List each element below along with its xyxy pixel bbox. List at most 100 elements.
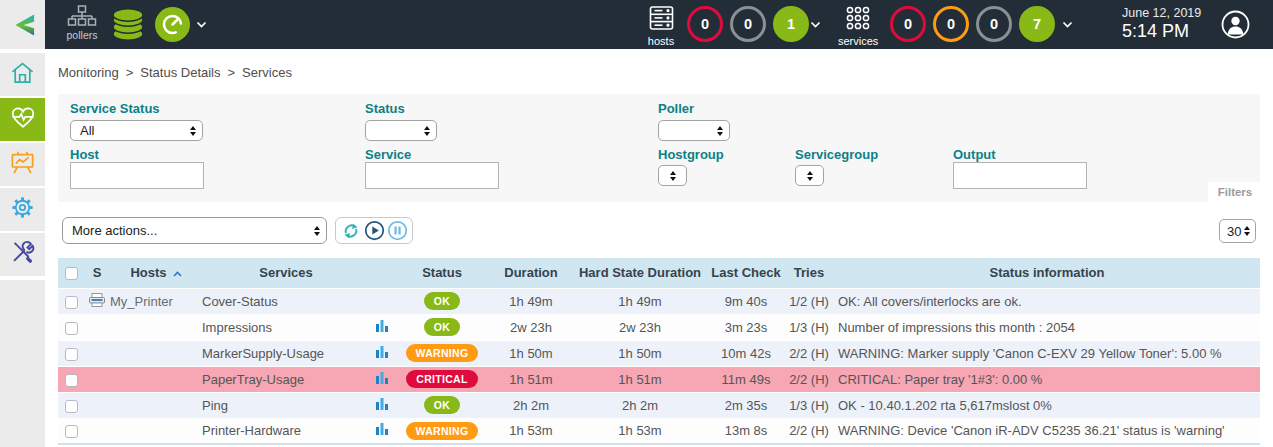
- services-ok-counter[interactable]: 7: [1019, 6, 1055, 42]
- sidebar-item-administration[interactable]: [0, 233, 45, 276]
- status-badge: OK: [424, 396, 460, 414]
- services-table-body: My_PrinterCover-StatusOK1h 49m1h 49m9m 4…: [58, 288, 1260, 444]
- per-page-select[interactable]: 30: [1219, 219, 1256, 243]
- current-time: 5:14 PM: [1122, 21, 1201, 42]
- breadcrumb-item[interactable]: Monitoring: [58, 65, 119, 80]
- service-name[interactable]: Cover-Status: [202, 288, 370, 314]
- services-critical-counter[interactable]: 0: [890, 6, 926, 42]
- chart-icon[interactable]: [375, 424, 389, 439]
- status-column-header[interactable]: Status: [394, 258, 490, 288]
- table-header-row: S Hosts Services Status Duration Hard St…: [58, 258, 1260, 288]
- s-column-header: S: [84, 258, 110, 288]
- chevron-down-icon[interactable]: [1062, 21, 1073, 28]
- hosts-label: hosts: [644, 35, 678, 47]
- row-checkbox[interactable]: [65, 400, 78, 413]
- services-column-header[interactable]: Services: [202, 258, 370, 288]
- row-checkbox[interactable]: [65, 348, 78, 361]
- hard-state-duration-column-header[interactable]: Hard State Duration: [572, 258, 708, 288]
- database-icon[interactable]: [110, 8, 146, 42]
- host-name: [110, 314, 202, 340]
- services-unknown-counter[interactable]: 0: [976, 6, 1012, 42]
- filters-tab[interactable]: Filters: [1208, 182, 1262, 202]
- hosts-down-counter[interactable]: 0: [687, 6, 723, 42]
- output-input[interactable]: [953, 162, 1087, 189]
- chart-icon[interactable]: [375, 399, 389, 414]
- service-input[interactable]: [365, 162, 499, 189]
- duration: 1h 49m: [490, 288, 572, 314]
- host-input[interactable]: [70, 162, 204, 189]
- hosts-column-header[interactable]: Hosts: [110, 258, 202, 288]
- row-checkbox[interactable]: [65, 296, 78, 309]
- select-all-checkbox[interactable]: [65, 267, 78, 280]
- chevron-down-icon[interactable]: [196, 21, 207, 28]
- status-information-column-header[interactable]: Status information: [834, 258, 1260, 288]
- row-checkbox[interactable]: [65, 425, 78, 438]
- servicegroup-select[interactable]: [795, 165, 824, 186]
- hosts-menu[interactable]: hosts: [644, 5, 678, 47]
- hosts-unreachable-counter[interactable]: 0: [730, 6, 766, 42]
- service-name[interactable]: Ping: [202, 392, 370, 418]
- status-badge: CRITICAL: [406, 370, 477, 388]
- breadcrumb-item[interactable]: Services: [242, 65, 292, 80]
- pollers-menu[interactable]: pollers: [62, 5, 102, 41]
- duration-column-header[interactable]: Duration: [490, 258, 572, 288]
- service-status-select[interactable]: All: [70, 120, 203, 141]
- sidebar-item-reporting[interactable]: [0, 143, 45, 186]
- status-information: Number of impressions this month : 2054: [834, 314, 1260, 340]
- duration: 2h 2m: [490, 392, 572, 418]
- chevron-down-icon[interactable]: [810, 21, 821, 28]
- select-arrows-icon: [314, 226, 320, 236]
- service-name[interactable]: PaperTray-Usage: [202, 366, 370, 392]
- breadcrumb-item[interactable]: Status Details: [140, 65, 220, 80]
- service-name[interactable]: Printer-Hardware: [202, 418, 370, 444]
- services-menu[interactable]: services: [838, 5, 878, 47]
- status-select[interactable]: [365, 120, 437, 141]
- hosts-up-counter[interactable]: 1: [773, 6, 809, 42]
- services-icon: [844, 5, 872, 31]
- chart-icon[interactable]: [375, 373, 389, 388]
- duration: 1h 53m: [490, 418, 572, 444]
- tools-icon: [9, 239, 36, 270]
- host-name: [110, 418, 202, 444]
- host-name[interactable]: My_Printer: [110, 288, 202, 314]
- pollers-label: pollers: [62, 29, 102, 41]
- host-name: [110, 340, 202, 366]
- poller-select[interactable]: [658, 120, 730, 141]
- service-name[interactable]: MarkerSupply-Usage: [202, 340, 370, 366]
- play-button[interactable]: [363, 220, 385, 242]
- hard-state-duration: 1h 53m: [572, 418, 708, 444]
- status-information: OK: All covers/interlocks are ok.: [834, 288, 1260, 314]
- pause-button[interactable]: [386, 220, 408, 242]
- sidebar-item-configuration[interactable]: [0, 188, 45, 231]
- last-check: 2m 35s: [708, 392, 784, 418]
- services-warning-counter[interactable]: 0: [933, 6, 969, 42]
- service-name[interactable]: Impressions: [202, 314, 370, 340]
- gear-icon: [9, 194, 36, 225]
- select-arrows-icon: [190, 126, 196, 136]
- last-check-column-header[interactable]: Last Check: [708, 258, 784, 288]
- select-arrows-icon: [670, 171, 676, 181]
- hostgroup-select[interactable]: [658, 165, 687, 186]
- servicegroup-label: Servicegroup: [795, 147, 878, 162]
- service-row-papertray-usage: PaperTray-UsageCRITICAL1h 51m1h 51m11m 4…: [58, 366, 1260, 392]
- chart-icon[interactable]: [375, 321, 389, 336]
- host-name: [110, 366, 202, 392]
- refresh-controls: [335, 217, 413, 244]
- output-label: Output: [953, 147, 996, 162]
- duration: 1h 50m: [490, 340, 572, 366]
- row-checkbox[interactable]: [65, 374, 78, 387]
- tries-column-header[interactable]: Tries: [784, 258, 834, 288]
- user-profile-icon[interactable]: [1221, 10, 1250, 39]
- row-checkbox[interactable]: [65, 322, 78, 335]
- refresh-button[interactable]: [340, 220, 362, 242]
- more-actions-select[interactable]: More actions...: [62, 217, 327, 244]
- sidebar-item-home[interactable]: [0, 53, 45, 96]
- centreon-logo[interactable]: [0, 0, 45, 49]
- status-badge: OK: [424, 318, 460, 336]
- sidebar-item-monitoring[interactable]: [0, 98, 45, 141]
- service-row-printer-hardware: Printer-HardwareWARNING1h 53m1h 53m13m 8…: [58, 418, 1260, 444]
- hard-state-duration: 1h 49m: [572, 288, 708, 314]
- gauge-icon[interactable]: [155, 7, 190, 42]
- chart-icon[interactable]: [375, 347, 389, 362]
- tries: 1/2 (H): [784, 288, 834, 314]
